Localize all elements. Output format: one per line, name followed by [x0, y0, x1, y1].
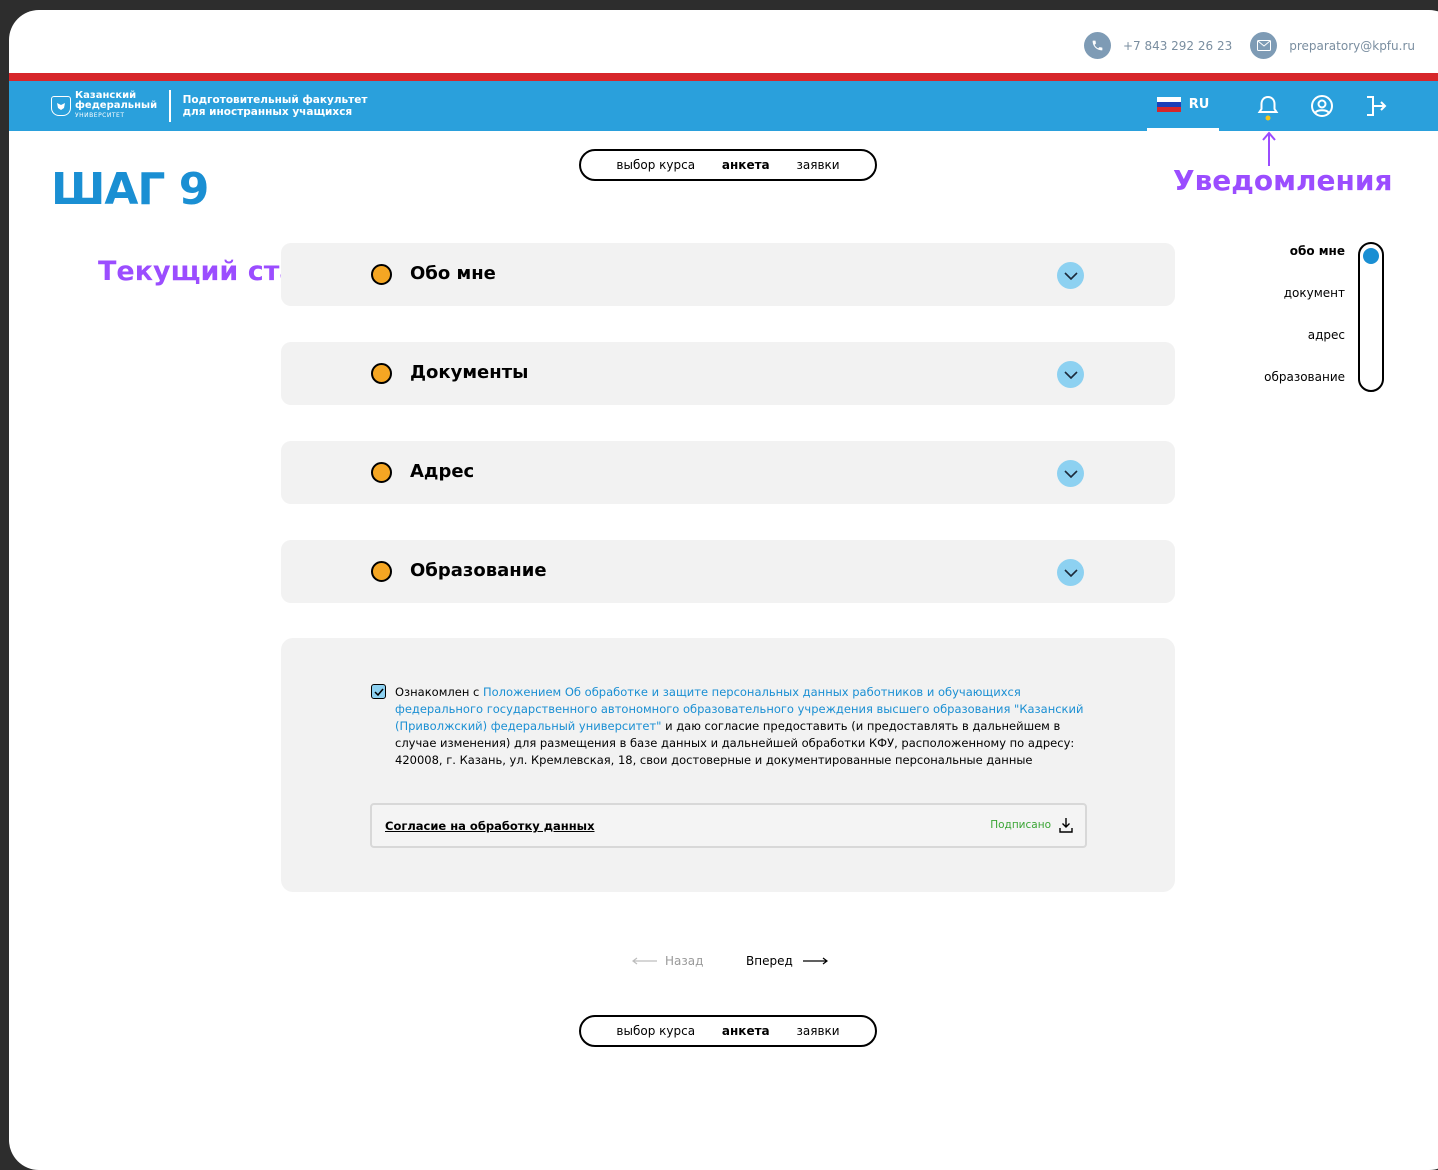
tab-form[interactable]: анкета: [722, 1024, 770, 1038]
consent-checkbox[interactable]: [371, 684, 386, 699]
section-label: Адрес: [410, 461, 475, 482]
university-logo[interactable]: Казанский федеральный УНИВЕРСИТЕТ Подгот…: [51, 90, 367, 122]
tab-course[interactable]: выбор курса: [616, 1024, 695, 1038]
header-bar: Казанский федеральный УНИВЕРСИТЕТ Подгот…: [9, 81, 1438, 131]
status-dot-icon: [371, 363, 392, 384]
chevron-down-icon[interactable]: [1057, 262, 1084, 289]
page-frame: +7 843 292 26 23 preparatory@kpfu.ru Каз…: [9, 10, 1438, 1170]
side-nav-address[interactable]: адрес: [1249, 328, 1345, 342]
download-icon[interactable]: [1059, 817, 1073, 833]
phone-contact[interactable]: +7 843 292 26 23: [1083, 32, 1233, 59]
side-nav-about[interactable]: обо мне: [1249, 244, 1345, 258]
faculty-name: Подготовительный факультет для иностранн…: [183, 94, 368, 118]
consent-prefix: Ознакомлен с: [395, 685, 483, 699]
tab-requests[interactable]: заявки: [796, 158, 839, 172]
section-education[interactable]: Образование: [281, 540, 1175, 603]
notifications-arrow-icon: [1262, 131, 1276, 166]
back-button[interactable]: Назад: [631, 954, 703, 968]
profile-icon[interactable]: [1309, 93, 1335, 119]
phone-icon: [1083, 32, 1111, 59]
arrow-right-icon: [802, 957, 828, 965]
status-dot-icon: [371, 264, 392, 285]
section-address[interactable]: Адрес: [281, 441, 1175, 504]
tab-course[interactable]: выбор курса: [616, 158, 695, 172]
mail-icon: [1250, 32, 1278, 59]
next-button[interactable]: Вперед: [746, 954, 829, 968]
chevron-down-icon[interactable]: [1057, 460, 1084, 487]
section-label: Образование: [410, 560, 547, 581]
contacts-bar: +7 843 292 26 23 preparatory@kpfu.ru: [1083, 32, 1415, 59]
tab-form[interactable]: анкета: [722, 158, 770, 172]
bell-icon[interactable]: [1255, 93, 1281, 121]
consent-document-link[interactable]: Согласие на обработку данных: [385, 819, 595, 833]
notifications-annotation: Уведомления: [1173, 164, 1393, 197]
step-tabs-bottom: выбор курса анкета заявки: [579, 1015, 877, 1047]
logout-icon[interactable]: [1363, 93, 1389, 119]
side-nav-track[interactable]: [1358, 242, 1384, 392]
phone-text: +7 843 292 26 23: [1122, 38, 1233, 53]
section-label: Обо мне: [410, 263, 496, 284]
signed-status: Подписано: [990, 819, 1051, 831]
chevron-down-icon[interactable]: [1057, 559, 1084, 586]
chevron-down-icon[interactable]: [1057, 361, 1084, 388]
side-nav-document[interactable]: документ: [1249, 286, 1345, 300]
email-text: preparatory@kpfu.ru: [1289, 38, 1415, 53]
email-contact[interactable]: preparatory@kpfu.ru: [1250, 32, 1415, 59]
step-title: ШАГ 9: [51, 164, 209, 215]
section-label: Документы: [410, 362, 529, 383]
logo-line-3: УНИВЕРСИТЕТ: [75, 112, 125, 119]
language-switcher[interactable]: RU: [1147, 81, 1219, 131]
logo-text: Казанский федеральный УНИВЕРСИТЕТ: [75, 91, 157, 121]
section-documents[interactable]: Документы: [281, 342, 1175, 405]
status-dot-icon: [371, 561, 392, 582]
red-stripe: [9, 73, 1438, 81]
step-tabs-top: выбор курса анкета заявки: [579, 149, 877, 181]
section-about-me[interactable]: Обо мне: [281, 243, 1175, 306]
logo-divider: [169, 90, 171, 122]
faculty-line-2: для иностранных учащихся: [182, 106, 353, 118]
side-nav-education[interactable]: образование: [1249, 370, 1345, 384]
next-label: Вперед: [746, 954, 793, 968]
russia-flag-icon: [1156, 96, 1181, 113]
consent-document-row[interactable]: Согласие на обработку данных Подписано: [370, 803, 1087, 848]
tab-requests[interactable]: заявки: [796, 1024, 839, 1038]
back-label: Назад: [665, 954, 704, 968]
university-emblem-icon: [51, 96, 71, 116]
faculty-line-1: Подготовительный факультет: [182, 94, 368, 106]
language-label: RU: [1188, 97, 1210, 112]
side-nav-indicator: [1363, 248, 1379, 264]
consent-block: Ознакомлен с Положением Об обработке и з…: [281, 638, 1175, 892]
arrow-left-icon: [632, 957, 657, 965]
logo-line-2: федеральный: [75, 100, 158, 111]
status-dot-icon: [371, 462, 392, 483]
consent-text: Ознакомлен с Положением Об обработке и з…: [395, 684, 1085, 769]
